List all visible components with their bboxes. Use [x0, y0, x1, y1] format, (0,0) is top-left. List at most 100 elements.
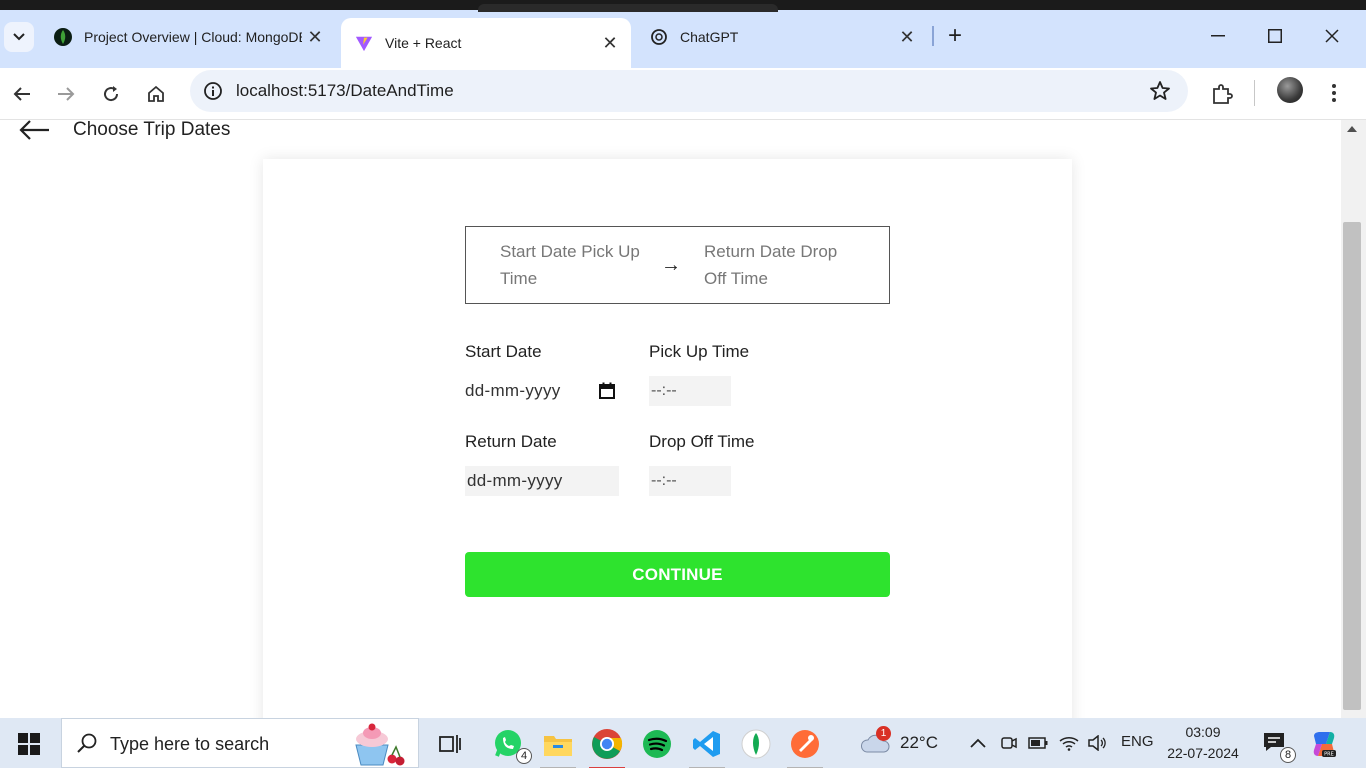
dropoff-time-input[interactable]: --:-- [649, 466, 731, 496]
whatsapp-icon[interactable]: 4 [490, 726, 532, 764]
browser-tab-strip: Project Overview | Cloud: MongoDB ✕ Vite… [0, 0, 1366, 68]
forward-button[interactable] [48, 76, 84, 112]
window-top-edge [0, 0, 1366, 12]
new-tab-button[interactable]: + [942, 22, 968, 50]
back-arrow-icon[interactable] [18, 120, 50, 142]
trip-dates-card: Start Date Pick Up Time → Return Date Dr… [263, 159, 1072, 718]
steps-summary: Start Date Pick Up Time → Return Date Dr… [465, 226, 890, 304]
arrow-right-icon: → [661, 253, 681, 276]
site-info-icon[interactable] [198, 76, 228, 106]
tab-separator [932, 26, 934, 46]
weather-temperature: 22°C [900, 733, 938, 752]
whatsapp-badge: 4 [516, 748, 532, 764]
arrow-left-icon [13, 87, 30, 101]
start-date-input[interactable]: dd-mm-yyyy [465, 376, 621, 406]
scroll-up-icon[interactable] [1347, 126, 1357, 132]
input-language[interactable]: ENG [1121, 733, 1154, 750]
browser-menu-button[interactable] [1320, 78, 1348, 108]
profile-avatar[interactable] [1277, 77, 1303, 103]
vite-icon [355, 34, 373, 52]
close-icon[interactable]: ✕ [894, 27, 920, 48]
postman-icon[interactable] [787, 726, 823, 768]
return-date-input[interactable]: dd-mm-yyyy [465, 466, 619, 496]
mongodb-leaf-icon [54, 28, 72, 46]
tab-vite-react[interactable]: Vite + React ✕ [341, 18, 631, 68]
tab-mongodb[interactable]: Project Overview | Cloud: MongoDB ✕ [40, 18, 336, 56]
chevron-down-icon [13, 33, 25, 41]
dropoff-time-label: Drop Off Time [649, 432, 755, 451]
start-date-label: Start Date [465, 342, 542, 361]
maximize-button[interactable] [1251, 20, 1299, 52]
extensions-button[interactable] [1206, 76, 1238, 112]
arrow-right-icon [58, 87, 75, 101]
weather-alert-badge: 1 [876, 726, 891, 741]
pickup-time-input[interactable]: --:-- [649, 376, 731, 406]
step-start: Start Date Pick Up Time [500, 242, 640, 288]
puzzle-icon [1213, 84, 1233, 104]
return-date-value: dd-mm-yyyy [467, 471, 563, 490]
toolbar-divider [1254, 80, 1255, 106]
vscode-icon[interactable] [689, 726, 725, 768]
dropoff-time-value: --:-- [651, 472, 677, 489]
notification-count-badge: 8 [1280, 747, 1296, 763]
back-button[interactable] [4, 76, 40, 112]
search-placeholder: Type here to search [110, 734, 270, 754]
meet-now-icon[interactable] [998, 733, 1020, 753]
url-text[interactable]: localhost:5173/DateAndTime [236, 81, 454, 101]
copilot-icon[interactable]: PRE [1306, 726, 1342, 762]
page-header: Choose Trip Dates [18, 120, 230, 142]
page-scrollbar[interactable] [1341, 120, 1366, 718]
windows-start-icon[interactable] [18, 733, 40, 755]
tab-search-button[interactable] [4, 22, 34, 52]
start-date-value: dd-mm-yyyy [465, 381, 561, 400]
tab-title: Project Overview | Cloud: MongoDB [84, 29, 302, 45]
volume-icon[interactable] [1086, 733, 1108, 753]
pickup-time-label: Pick Up Time [649, 342, 750, 361]
clock-date: 22-07-2024 [1167, 745, 1239, 761]
wifi-icon[interactable] [1058, 733, 1080, 753]
tab-title: Vite + React [385, 35, 462, 51]
minimize-icon [1211, 35, 1225, 37]
address-bar[interactable]: localhost:5173/DateAndTime [190, 70, 1188, 112]
reload-button[interactable] [93, 76, 129, 112]
mongodb-compass-icon[interactable] [738, 726, 774, 762]
cupcake-doodle-icon [355, 723, 405, 766]
close-icon[interactable]: ✕ [597, 33, 623, 54]
notification-center-icon[interactable]: 8 [1262, 731, 1296, 763]
window-notch [478, 4, 778, 12]
chevron-up-icon[interactable] [967, 733, 989, 753]
file-explorer-icon[interactable] [540, 726, 576, 768]
clock-time: 03:09 [1185, 724, 1221, 740]
step-return: Return Date Drop Off Time [704, 242, 838, 288]
tab-chatgpt[interactable]: ChatGPT ✕ [636, 18, 928, 56]
task-view-icon[interactable] [432, 726, 468, 762]
minimize-button[interactable] [1194, 20, 1242, 52]
reload-icon [104, 86, 119, 102]
close-icon[interactable]: ✕ [302, 27, 328, 48]
svg-text:PRE: PRE [1324, 752, 1334, 758]
chatgpt-icon [650, 28, 668, 46]
search-icon [77, 733, 97, 753]
system-clock[interactable]: 03:09 22-07-2024 [1160, 722, 1246, 764]
spotify-icon[interactable] [639, 726, 675, 762]
page-viewport: Choose Trip Dates Start Date Pick Up Tim… [0, 120, 1341, 718]
close-icon [1325, 29, 1339, 43]
bookmark-star-icon[interactable] [1148, 79, 1172, 103]
calendar-icon[interactable] [599, 382, 615, 399]
close-window-button[interactable] [1308, 20, 1356, 52]
continue-button[interactable]: CONTINUE [465, 552, 890, 597]
page-title: Choose Trip Dates [73, 120, 231, 140]
tab-title: ChatGPT [680, 29, 739, 45]
chrome-icon[interactable] [589, 726, 625, 768]
maximize-icon [1268, 29, 1282, 43]
taskbar-search[interactable]: Type here to search [61, 718, 419, 768]
home-button[interactable] [138, 76, 174, 112]
home-icon [148, 85, 164, 102]
pickup-time-value: --:-- [651, 382, 677, 399]
weather-widget[interactable]: 1 22°C [860, 726, 938, 758]
windows-taskbar: Type here to search 4 1 22°C ENG 03:09 2… [0, 718, 1366, 768]
return-date-label: Return Date [465, 432, 557, 451]
browser-toolbar: localhost:5173/DateAndTime [0, 68, 1366, 120]
scrollbar-thumb[interactable] [1343, 222, 1361, 710]
battery-icon[interactable] [1027, 733, 1049, 753]
